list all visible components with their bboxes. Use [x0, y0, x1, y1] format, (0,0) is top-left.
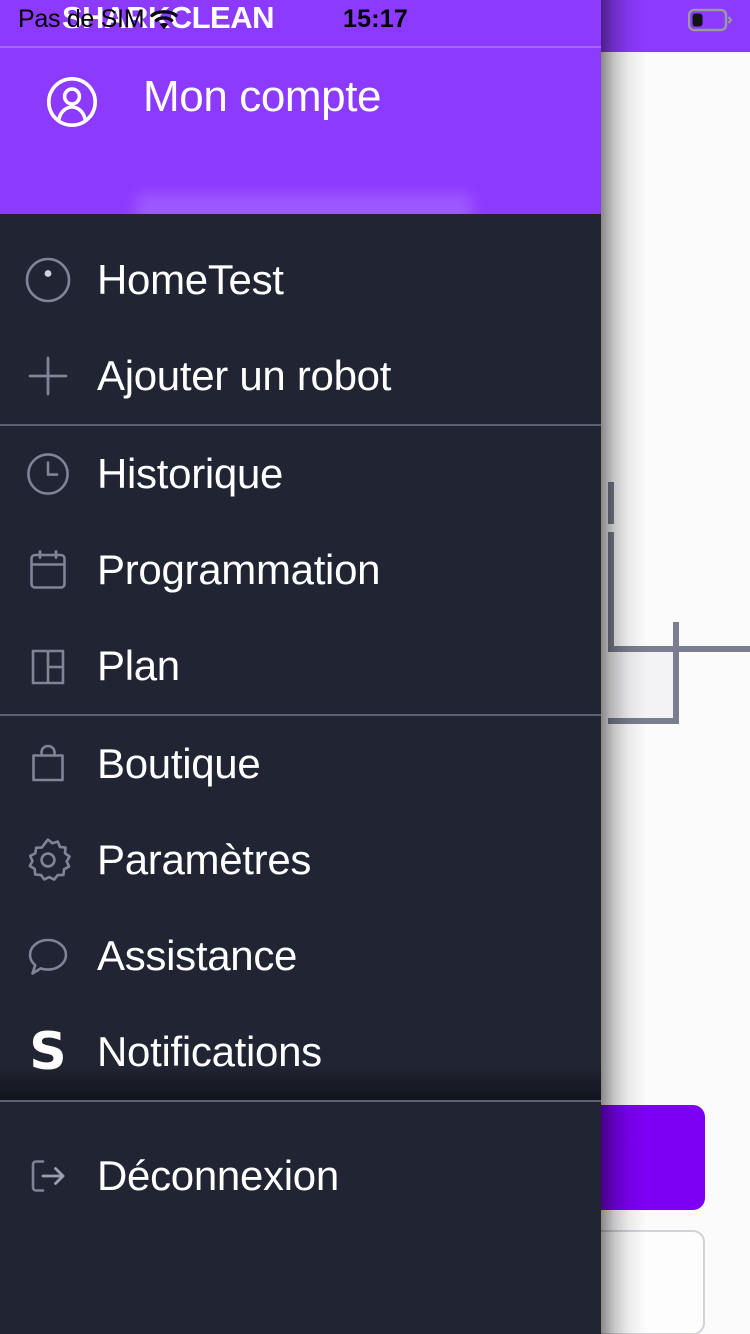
robot-vacuum-icon: [0, 232, 96, 328]
status-bar: SHARKCLEAN Pas de SIM 15:17: [0, 0, 601, 46]
logout-icon: [0, 1128, 96, 1224]
shopping-bag-icon: [0, 716, 96, 812]
calendar-icon: [0, 522, 96, 618]
menu-item-hometest[interactable]: HomeTest: [0, 232, 601, 328]
account-section[interactable]: Mon compte: [0, 48, 601, 234]
carrier-label: Pas de SIM: [18, 5, 145, 33]
drawer-header: SHARKCLEAN Pas de SIM 15:17 Mon compte: [0, 0, 601, 234]
menu-item-label: Paramètres: [97, 836, 312, 883]
menu-item-plan[interactable]: Plan: [0, 618, 601, 714]
navigation-drawer: SHARKCLEAN Pas de SIM 15:17 Mon compte H…: [0, 0, 601, 1334]
chat-bubble-icon: [0, 908, 96, 1004]
floor-plan-wall: [608, 482, 614, 524]
menu-item-add-robot[interactable]: Ajouter un robot: [0, 328, 601, 424]
floor-plan-wall: [608, 646, 750, 652]
account-circle-icon: [46, 76, 98, 128]
app-screen: SHARKCLEAN Pas de SIM 15:17 Mon compte H…: [0, 0, 750, 1334]
gear-icon: [0, 812, 96, 908]
menu-item-historique[interactable]: Historique: [0, 426, 601, 522]
floor-plan-room: [612, 650, 674, 720]
menu-item-label: Historique: [97, 450, 284, 497]
menu-group-robots: HomeTest Ajouter un robot: [0, 214, 601, 424]
floor-plan-wall: [608, 718, 679, 724]
menu-item-assistance[interactable]: Assistance: [0, 908, 601, 1004]
shark-s-logo-icon: S: [29, 1022, 67, 1082]
menu-group-general: Boutique Paramètres Assistance S Notific…: [0, 716, 601, 1100]
menu-item-label: Assistance: [97, 932, 298, 979]
menu-item-deconnexion[interactable]: Déconnexion: [0, 1128, 601, 1224]
menu-item-label: Déconnexion: [97, 1152, 339, 1199]
plus-icon: [0, 328, 96, 424]
menu-item-notifications[interactable]: S Notifications: [0, 1004, 601, 1100]
account-title: Mon compte: [143, 72, 382, 121]
menu-item-label: HomeTest: [97, 256, 284, 303]
menu-group-session: Déconnexion: [0, 1102, 601, 1224]
menu-item-label: Programmation: [97, 546, 381, 593]
menu-item-parametres[interactable]: Paramètres: [0, 812, 601, 908]
battery-low-icon: [687, 8, 736, 32]
floor-plan-wall: [608, 532, 614, 652]
menu-item-label: Notifications: [97, 1028, 322, 1075]
menu-item-label: Ajouter un robot: [97, 352, 392, 399]
menu-item-label: Plan: [97, 642, 180, 689]
menu-item-boutique[interactable]: Boutique: [0, 716, 601, 812]
floorplan-icon: [0, 618, 96, 714]
floor-plan-wall: [673, 622, 679, 722]
menu-item-programmation[interactable]: Programmation: [0, 522, 601, 618]
menu-item-label: Boutique: [97, 740, 261, 787]
clock-label: 15:17: [343, 5, 408, 33]
clock-icon: [0, 426, 96, 522]
wifi-icon: [150, 9, 178, 31]
menu-group-cleaning: Historique Programmation Plan: [0, 426, 601, 714]
